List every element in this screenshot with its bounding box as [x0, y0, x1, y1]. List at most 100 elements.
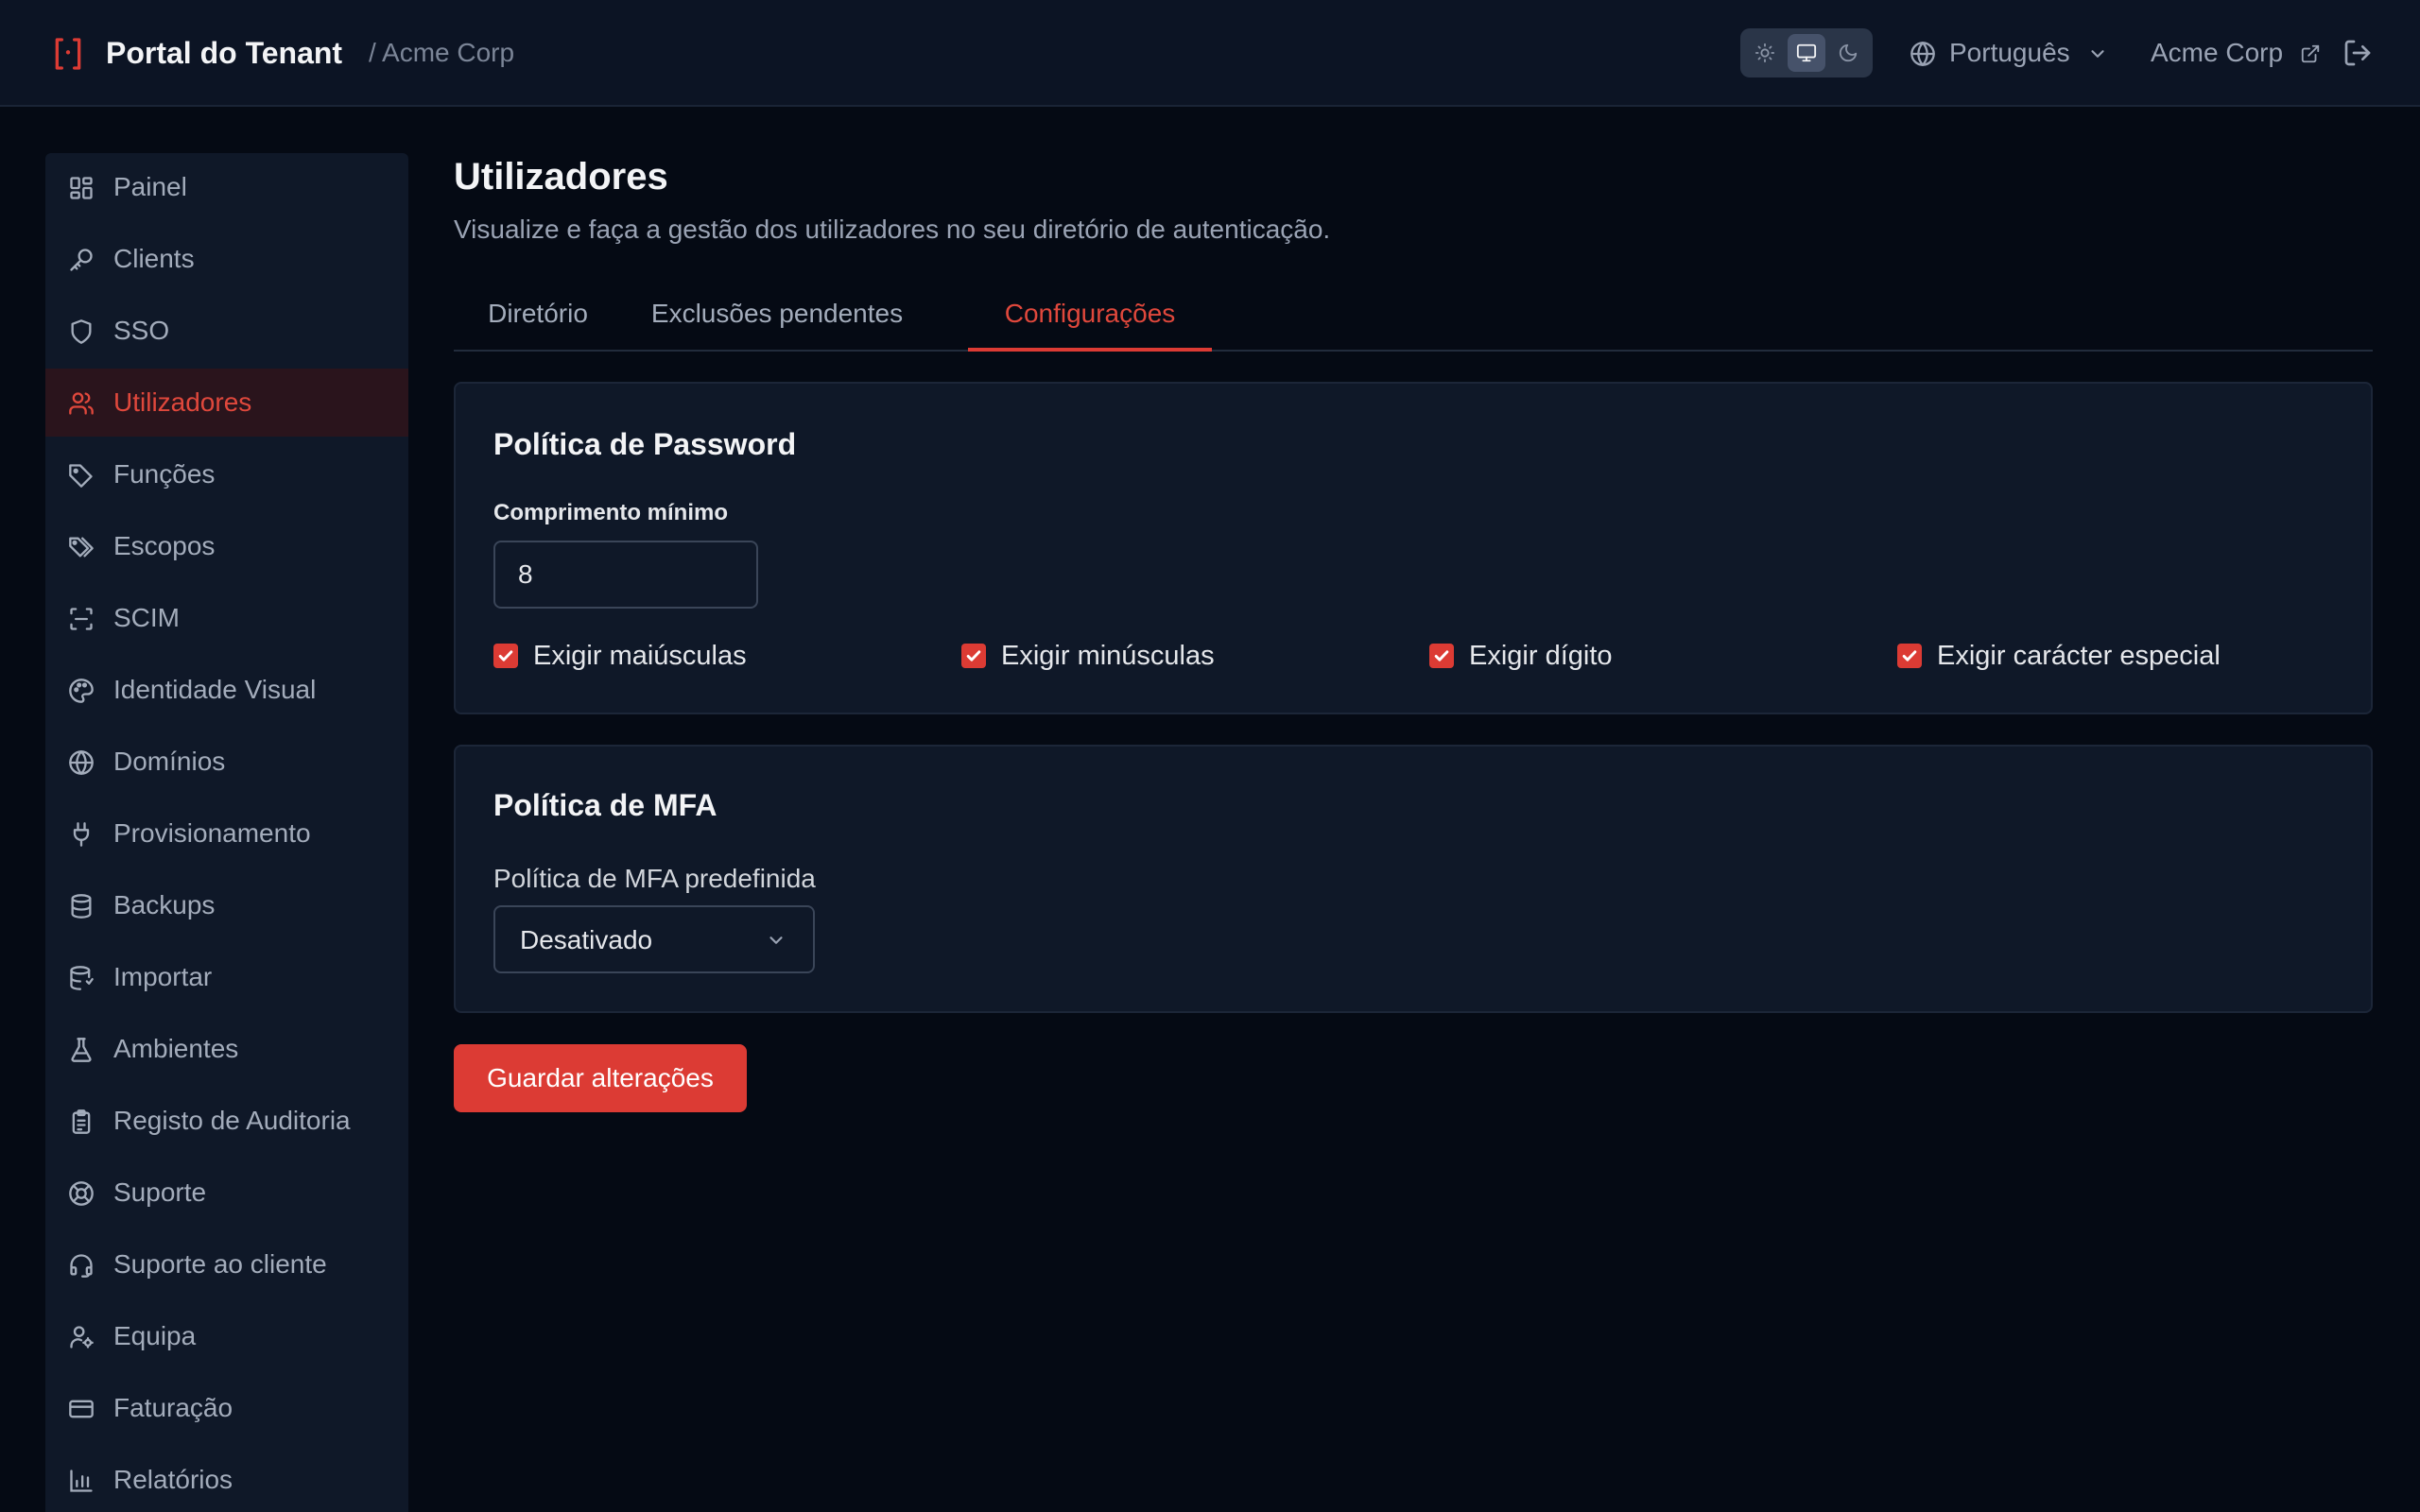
sidebar-item-scim[interactable]: SCIM — [45, 584, 408, 652]
dashboard-icon — [68, 175, 95, 201]
clipboard-list-icon — [68, 1108, 95, 1135]
palette-icon — [68, 678, 95, 704]
headset-icon — [68, 1252, 95, 1279]
checkbox-checked-icon — [1429, 644, 1454, 668]
database-icon — [68, 893, 95, 919]
checkbox-checked-icon — [1897, 644, 1922, 668]
sidebar-item-sso[interactable]: SSO — [45, 297, 408, 365]
sidebar-item-label: Suporte — [113, 1177, 207, 1207]
save-changes-button[interactable]: Guardar alterações — [454, 1044, 747, 1112]
sidebar-item-label: Relatórios — [113, 1465, 233, 1494]
theme-switcher — [1740, 28, 1873, 77]
sidebar-item-label: Suporte ao cliente — [113, 1249, 327, 1279]
require-special-char-checkbox[interactable]: Exigir carácter especial — [1897, 637, 2332, 675]
globe-icon — [1910, 41, 1936, 67]
sidebar-item-importar[interactable]: Importar — [45, 943, 408, 1011]
require-lowercase-checkbox[interactable]: Exigir minúsculas — [961, 637, 1396, 675]
checkbox-label: Exigir dígito — [1469, 641, 1613, 671]
mfa-policy-select[interactable]: Desativado — [493, 905, 815, 973]
tab-exclusoes-pendentes[interactable]: Exclusões pendentes — [622, 284, 932, 352]
sidebar-item-label: Ambientes — [113, 1034, 239, 1063]
sidebar-item-label: Faturação — [113, 1393, 233, 1422]
scan-icon — [68, 606, 95, 632]
checkbox-checked-icon — [493, 644, 518, 668]
sidebar-item-label: Identidade Visual — [113, 675, 317, 704]
language-label: Português — [1949, 38, 2070, 67]
sidebar-item-label: Clients — [113, 244, 195, 273]
tenant-breadcrumb: / Acme Corp — [369, 38, 515, 67]
sidebar-item-label: Provisionamento — [113, 818, 311, 848]
sidebar-item-label: SCIM — [113, 603, 180, 632]
theme-system-button[interactable] — [1788, 34, 1825, 72]
sidebar-item-label: Utilizadores — [113, 387, 252, 417]
tags-icon — [68, 534, 95, 560]
theme-light-button[interactable] — [1746, 34, 1784, 72]
tab-bar: Diretório Exclusões pendentes Configuraç… — [454, 284, 2373, 352]
key-icon — [68, 247, 95, 273]
sidebar-nav: Painel Clients SSO Utilizadores Funções … — [45, 153, 408, 1512]
tab-configuracoes[interactable]: Configurações — [968, 284, 1212, 352]
sidebar-item-identidade-visual[interactable]: Identidade Visual — [45, 656, 408, 724]
flask-icon — [68, 1037, 95, 1063]
database-import-icon — [68, 965, 95, 991]
sidebar-item-dominios[interactable]: Domínios — [45, 728, 408, 796]
sidebar-item-utilizadores[interactable]: Utilizadores — [45, 369, 408, 437]
app-title[interactable]: Portal do Tenant — [106, 34, 342, 72]
sidebar-item-painel[interactable]: Painel — [45, 153, 408, 221]
require-digit-checkbox[interactable]: Exigir dígito — [1429, 637, 1864, 675]
mfa-default-label: Política de MFA predefinida — [493, 864, 816, 893]
require-uppercase-checkbox[interactable]: Exigir maiúsculas — [493, 637, 928, 675]
top-header: Portal do Tenant / Acme Corp Português A… — [0, 0, 2420, 107]
sidebar-item-label: Funções — [113, 459, 216, 489]
lifebuoy-icon — [68, 1180, 95, 1207]
sidebar-item-faturacao[interactable]: Faturação — [45, 1374, 408, 1442]
account-link[interactable]: Acme Corp — [2151, 28, 2321, 77]
mfa-policy-card: Política de MFA Política de MFA predefin… — [454, 745, 2373, 1013]
password-policy-title: Política de Password — [493, 427, 797, 461]
checkbox-checked-icon — [961, 644, 986, 668]
shield-icon — [68, 318, 95, 345]
sidebar-item-escopos[interactable]: Escopos — [45, 512, 408, 580]
page-subtitle: Visualize e faça a gestão dos utilizador… — [454, 215, 1331, 244]
sidebar-item-label: Equipa — [113, 1321, 197, 1350]
mfa-policy-selected-value: Desativado — [520, 925, 653, 954]
sidebar-item-label: Importar — [113, 962, 213, 991]
sidebar-item-equipa[interactable]: Equipa — [45, 1302, 408, 1370]
sidebar-item-clients[interactable]: Clients — [45, 225, 408, 293]
checkbox-label: Exigir minúsculas — [1001, 641, 1215, 671]
chevron-down-icon — [766, 930, 786, 951]
min-length-input[interactable] — [493, 541, 758, 609]
sidebar-item-provisionamento[interactable]: Provisionamento — [45, 799, 408, 868]
sidebar-item-suporte-cliente[interactable]: Suporte ao cliente — [45, 1230, 408, 1298]
sidebar-item-ambientes[interactable]: Ambientes — [45, 1015, 408, 1083]
sidebar-item-registo-auditoria[interactable]: Registo de Auditoria — [45, 1087, 408, 1155]
sidebar-item-backups[interactable]: Backups — [45, 871, 408, 939]
sun-icon — [1754, 43, 1775, 63]
sidebar-item-label: Escopos — [113, 531, 216, 560]
chevron-down-icon — [2087, 43, 2108, 64]
logout-icon[interactable] — [2342, 38, 2373, 68]
globe-icon — [68, 749, 95, 776]
moon-icon — [1838, 43, 1858, 63]
sidebar-item-suporte[interactable]: Suporte — [45, 1159, 408, 1227]
checkbox-label: Exigir carácter especial — [1937, 641, 2221, 671]
checkbox-label: Exigir maiúsculas — [533, 641, 747, 671]
tag-icon — [68, 462, 95, 489]
language-select[interactable]: Português — [1910, 28, 2110, 77]
app-logo-icon — [49, 35, 87, 73]
min-length-label: Comprimento mínimo — [493, 500, 729, 525]
sidebar-item-label: Registo de Auditoria — [113, 1106, 351, 1135]
user-cog-icon — [68, 1324, 95, 1350]
sidebar-item-label: Painel — [113, 172, 187, 201]
mfa-policy-title: Política de MFA — [493, 788, 717, 822]
sidebar-item-relatorios[interactable]: Relatórios — [45, 1446, 408, 1512]
bar-chart-icon — [68, 1468, 95, 1494]
sidebar-item-funcoes[interactable]: Funções — [45, 440, 408, 508]
page-title: Utilizadores — [454, 156, 668, 198]
plug-icon — [68, 821, 95, 848]
tab-diretorio[interactable]: Diretório — [454, 284, 622, 352]
external-link-icon — [2300, 43, 2321, 64]
theme-dark-button[interactable] — [1829, 34, 1867, 72]
sidebar-item-label: SSO — [113, 316, 170, 345]
monitor-icon — [1796, 43, 1817, 63]
